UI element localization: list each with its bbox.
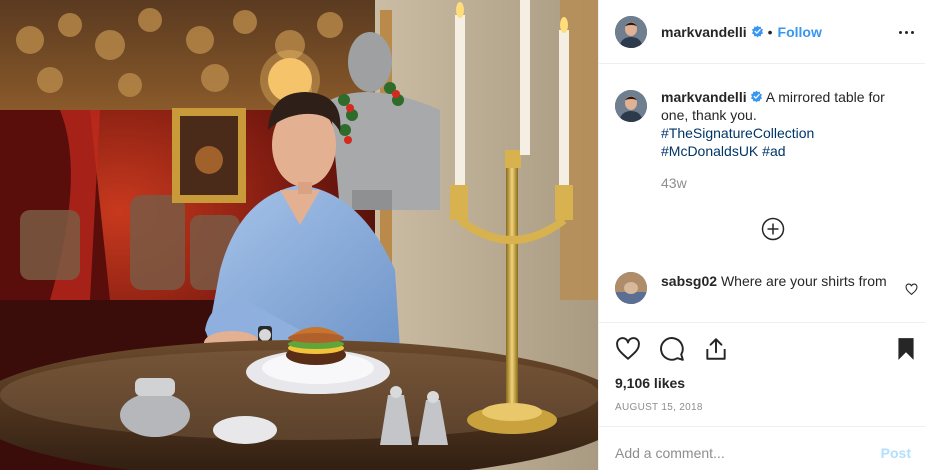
author-username[interactable]: markvandelli	[661, 24, 747, 40]
comment-input[interactable]	[615, 442, 845, 464]
post-comment-button[interactable]: Post	[881, 445, 911, 461]
likes-count[interactable]: 9,106 likes	[615, 375, 685, 391]
caption-body: markvandelli A mirrored table for one, t…	[661, 88, 911, 192]
avatar-illustration	[615, 15, 647, 48]
hashtag-link[interactable]: #TheSignatureCollection	[661, 124, 911, 142]
divider	[599, 322, 925, 323]
avatar-illustration	[615, 272, 647, 304]
commenter-avatar[interactable]	[615, 272, 647, 304]
post-date[interactable]: August 15, 2018	[615, 402, 703, 413]
post-details-panel: markvandelli • Follow markvandelli A mir…	[598, 0, 925, 470]
post-caption: markvandelli A mirrored table for one, t…	[615, 88, 915, 192]
hashtag-link[interactable]: #ad	[762, 143, 785, 159]
divider	[599, 426, 925, 427]
post-actions-bar	[599, 334, 925, 364]
share-icon[interactable]	[703, 336, 729, 362]
verified-badge-icon	[751, 25, 763, 38]
post-photo[interactable]	[0, 0, 598, 470]
post-header: markvandelli • Follow	[599, 0, 925, 64]
heart-icon[interactable]	[615, 336, 641, 362]
comment-item: sabsg02 Where are your shirts from	[615, 272, 915, 304]
more-options-icon[interactable]	[896, 22, 916, 42]
comment-icon[interactable]	[659, 336, 685, 362]
bookmark-icon[interactable]	[893, 336, 919, 362]
separator-dot: •	[767, 23, 773, 40]
post-photo-illustration	[0, 0, 598, 470]
hashtag-link[interactable]: #McDonaldsUK	[661, 143, 758, 159]
comment-body: sabsg02 Where are your shirts from	[661, 272, 891, 304]
load-more-comments-icon[interactable]	[761, 217, 785, 241]
caption-author-username[interactable]: markvandelli	[661, 89, 747, 105]
post-age[interactable]: 43w	[661, 174, 911, 192]
comment-text: Where are your shirts from	[720, 273, 887, 289]
verified-badge-icon	[750, 90, 762, 103]
avatar-illustration	[615, 90, 647, 122]
caption-author-avatar[interactable]	[615, 90, 647, 122]
commenter-username[interactable]: sabsg02	[661, 273, 717, 289]
author-avatar[interactable]	[615, 15, 647, 48]
comment-like-heart-icon[interactable]	[905, 283, 918, 296]
follow-button[interactable]: Follow	[778, 24, 822, 40]
